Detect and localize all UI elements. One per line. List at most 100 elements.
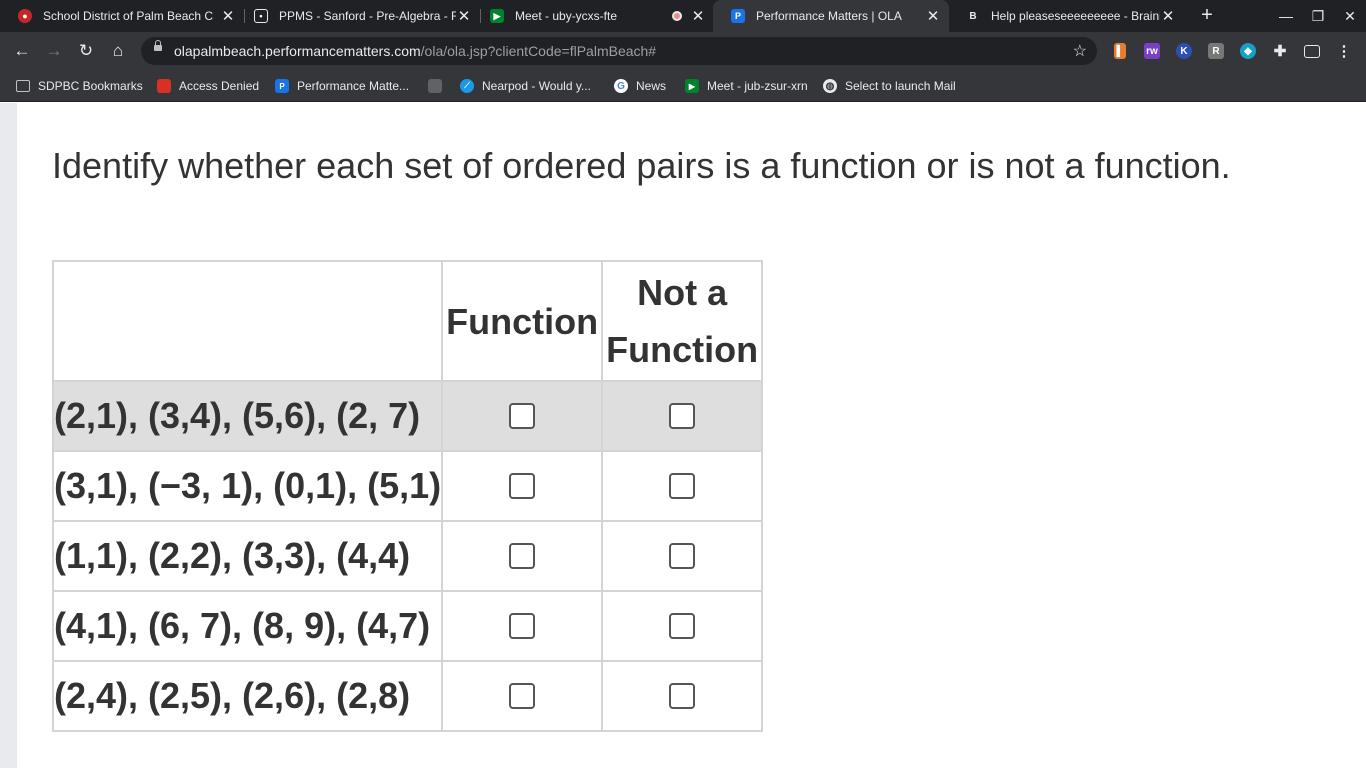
bookmark-performance-matters[interactable]: P Performance Matte...: [275, 78, 409, 94]
ordered-pairs: (2,4), (2,5), (2,6), (2,8): [51, 660, 444, 732]
tab-title: School District of Palm Beach C: [43, 9, 214, 23]
tab-meet[interactable]: ▶ Meet - uby-ycxs-fte ✕: [472, 0, 714, 32]
ordered-pairs: (1,1), (2,2), (3,3), (4,4): [51, 520, 444, 592]
close-tab-icon[interactable]: ✕: [456, 7, 472, 25]
not-function-cell: [601, 380, 764, 452]
close-tab-icon[interactable]: ✕: [925, 7, 941, 25]
function-checkbox[interactable]: [509, 543, 536, 569]
table-row: (2,1), (3,4), (5,6), (2, 7): [51, 380, 764, 452]
gray-bookmark-icon: [428, 79, 442, 93]
cast-icon[interactable]: [1304, 45, 1320, 58]
google-meet-icon: ▶: [490, 9, 504, 23]
extensions-puzzle-icon[interactable]: ✚: [1272, 43, 1288, 60]
back-icon[interactable]: ←: [12, 41, 32, 61]
close-tab-icon[interactable]: ✕: [1160, 7, 1176, 25]
bookmark-gray[interactable]: [428, 78, 442, 94]
close-window-icon[interactable]: ✕: [1340, 6, 1360, 26]
browser-toolbar: ← → ↻ ⌂ olapalmbeach.performancematters.…: [0, 32, 1366, 70]
bookmark-meet[interactable]: ▶ Meet - jub-zsur-xrn: [685, 78, 808, 94]
bookmark-label: SDPBC Bookmarks: [38, 79, 143, 93]
close-tab-icon[interactable]: ✕: [220, 7, 236, 25]
globe-icon: ◍: [823, 79, 837, 93]
menu-kebab-icon[interactable]: ⋮: [1336, 43, 1352, 60]
bookmarks-bar: SDPBC Bookmarks Access Denied P Performa…: [0, 70, 1366, 102]
classroom-icon: •: [254, 9, 268, 23]
function-cell: [441, 450, 604, 522]
function-cell: [441, 590, 604, 662]
sdpbc-shield-icon: ●: [18, 9, 32, 23]
table-row: (4,1), (6, 7), (8, 9), (4,7): [51, 590, 764, 662]
tab-performance-matters[interactable]: P Performance Matters | OLA ✕: [713, 0, 949, 32]
header-function: Function: [441, 260, 604, 382]
not-function-cell: [601, 590, 764, 662]
function-cell: [441, 660, 604, 732]
ordered-pairs: (2,1), (3,4), (5,6), (2, 7): [51, 380, 444, 452]
bookmark-access-denied[interactable]: Access Denied: [157, 78, 259, 94]
question-prompt: Identify whether each set of ordered pai…: [52, 145, 1231, 186]
function-cell: [441, 520, 604, 592]
address-bar[interactable]: olapalmbeach.performancematters.com/ola/…: [141, 37, 1097, 65]
extension-teal-icon[interactable]: ◆: [1240, 43, 1256, 59]
header-not-a-function: Not a Function: [601, 260, 764, 382]
bookmark-label: Meet - jub-zsur-xrn: [707, 79, 808, 93]
bookmark-star-icon[interactable]: ☆: [1073, 41, 1087, 61]
bookmark-label: News: [636, 79, 667, 93]
not-function-checkbox[interactable]: [669, 473, 696, 499]
not-function-cell: [601, 520, 764, 592]
tab-title: Meet - uby-ycxs-fte: [515, 9, 618, 23]
brainly-icon: B: [966, 9, 980, 23]
bookmark-sdpbc[interactable]: SDPBC Bookmarks: [16, 78, 143, 94]
url-host: olapalmbeach.performancematters.com: [174, 43, 421, 59]
recording-indicator-icon: [672, 11, 682, 21]
tab-brainly[interactable]: B Help pleaseseeeeeeeee - Brainly ✕: [948, 0, 1184, 32]
function-checkbox[interactable]: [509, 473, 536, 499]
tab-title: Performance Matters | OLA: [756, 9, 902, 23]
url-text: olapalmbeach.performancematters.com/ola/…: [174, 43, 656, 59]
bookmark-label: Access Denied: [179, 79, 260, 93]
google-meet-icon: ▶: [685, 79, 699, 93]
minimize-icon[interactable]: —: [1276, 6, 1296, 26]
home-icon[interactable]: ⌂: [108, 41, 128, 61]
table-header-row: Function Not a Function: [51, 260, 764, 382]
url-path: /ola/ola.jsp?clientCode=flPalmBeach#: [420, 43, 657, 59]
not-function-cell: [601, 660, 764, 732]
function-checkbox[interactable]: [509, 613, 536, 639]
performance-matters-icon: P: [275, 79, 289, 93]
bookmark-nearpod[interactable]: ⟋ Nearpod - Would y...: [460, 78, 591, 94]
reload-icon[interactable]: ↻: [76, 41, 96, 61]
tab-ppms[interactable]: • PPMS - Sanford - Pre-Algebra - F ✕: [236, 0, 480, 32]
ordered-pairs: (4,1), (6, 7), (8, 9), (4,7): [51, 590, 444, 662]
bookmark-label: Nearpod - Would y...: [482, 79, 591, 93]
forward-icon[interactable]: →: [44, 41, 64, 61]
restore-icon[interactable]: ❐: [1308, 6, 1328, 26]
close-tab-icon[interactable]: ✕: [690, 7, 706, 25]
header-blank-cell: [51, 260, 444, 382]
bookmark-label: Performance Matte...: [297, 79, 410, 93]
not-function-checkbox[interactable]: [669, 543, 696, 569]
nearpod-icon: ⟋: [460, 79, 474, 93]
lock-icon[interactable]: [154, 40, 162, 51]
tab-title: PPMS - Sanford - Pre-Algebra - F: [279, 9, 456, 23]
not-function-checkbox[interactable]: [669, 683, 696, 709]
bookmark-label: Select to launch Mail: [845, 79, 956, 93]
red-square-icon: [157, 79, 171, 93]
tab-school-district[interactable]: ● School District of Palm Beach C ✕: [0, 0, 244, 32]
extension-orange-icon[interactable]: ▌: [1114, 43, 1126, 59]
function-checkbox[interactable]: [509, 403, 536, 429]
function-checkbox[interactable]: [509, 683, 536, 709]
bookmark-mail[interactable]: ◍ Select to launch Mail: [823, 78, 956, 94]
extension-r-icon[interactable]: R: [1208, 43, 1224, 59]
not-function-checkbox[interactable]: [669, 403, 696, 429]
ordered-pairs: (3,1), (−3, 1), (0,1), (5,1): [51, 450, 444, 522]
function-table: Function Not a Function (2,1), (3,4), (5…: [51, 260, 764, 732]
tab-title: Help pleaseseeeeeeeee - Brainly: [991, 9, 1160, 23]
extension-k-icon[interactable]: K: [1176, 43, 1192, 59]
new-tab-icon[interactable]: +: [1196, 4, 1218, 28]
tab-strip: ● School District of Palm Beach C ✕ • PP…: [0, 0, 1366, 32]
folder-icon: [16, 80, 30, 92]
extension-rw-icon[interactable]: rw: [1144, 43, 1160, 59]
bookmark-news[interactable]: G News: [614, 78, 666, 94]
not-function-checkbox[interactable]: [669, 613, 696, 639]
not-function-cell: [601, 450, 764, 522]
function-cell: [441, 380, 604, 452]
